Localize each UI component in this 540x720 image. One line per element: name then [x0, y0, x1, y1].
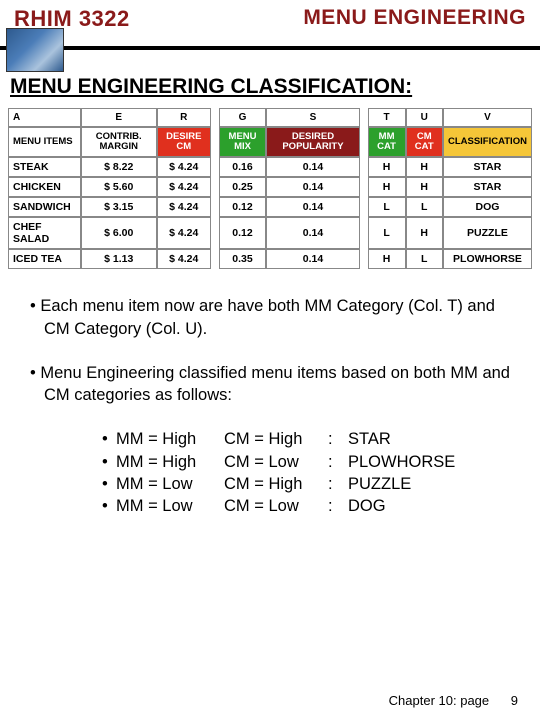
cell-dcm: $ 4.24 — [157, 157, 211, 177]
rule-row: •MM = HighCM = Low:PLOWHORSE — [102, 451, 518, 473]
col-letter: R — [157, 108, 211, 127]
rule-class: PLOWHORSE — [348, 451, 518, 473]
col-letter: T — [368, 108, 406, 127]
cell-dcm: $ 4.24 — [157, 217, 211, 249]
cell-pop: 0.14 — [266, 197, 359, 217]
col-header: CLASSIFICATION — [443, 127, 532, 157]
rule-mm: MM = High — [116, 428, 224, 450]
cell-mix: 0.25 — [219, 177, 267, 197]
cell-cmcat: H — [406, 177, 443, 197]
col-letter: V — [443, 108, 532, 127]
rule-class: PUZZLE — [348, 473, 518, 495]
bullet-text: Each menu item now are have both MM Cate… — [40, 297, 495, 337]
section-title: MENU ENGINEERING CLASSIFICATION: — [10, 74, 540, 100]
cell-item: ICED TEA — [8, 249, 81, 269]
cell-cmcat: H — [406, 217, 443, 249]
rule-row: •MM = HighCM = High:STAR — [102, 428, 518, 450]
rule-mm: MM = Low — [116, 495, 224, 517]
rule-sep: : — [328, 428, 348, 450]
rule-mm: MM = High — [116, 451, 224, 473]
cell-class: PUZZLE — [443, 217, 532, 249]
rules-list: •MM = HighCM = High:STAR•MM = HighCM = L… — [102, 428, 518, 517]
rule-cm: CM = Low — [224, 451, 328, 473]
cell-item: STEAK — [8, 157, 81, 177]
cell-class: STAR — [443, 157, 532, 177]
col-header: CONTRIB. MARGIN — [81, 127, 157, 157]
rule-mm: MM = Low — [116, 473, 224, 495]
rule-class: STAR — [348, 428, 518, 450]
col-header: MM CAT — [368, 127, 406, 157]
cell-cm: $ 5.60 — [81, 177, 157, 197]
cell-mix: 0.16 — [219, 157, 267, 177]
cell-mmcat: L — [368, 197, 406, 217]
cell-cm: $ 3.15 — [81, 197, 157, 217]
cell-cm: $ 8.22 — [81, 157, 157, 177]
col-header: DESIRED POPULARITY — [266, 127, 359, 157]
cell-item: CHICKEN — [8, 177, 81, 197]
cell-pop: 0.14 — [266, 249, 359, 269]
col-header: DESIRE CM — [157, 127, 211, 157]
col-letter: U — [406, 108, 443, 127]
classification-table: A E R G S T U V MENU ITEMS CONTRIB. MARG… — [8, 108, 532, 269]
bullet-icon: • — [102, 473, 116, 495]
bullet-item: • Menu Engineering classified menu items… — [30, 362, 518, 407]
col-letter: A — [8, 108, 81, 127]
col-letter: E — [81, 108, 157, 127]
cell-mix: 0.12 — [219, 217, 267, 249]
rule-sep: : — [328, 473, 348, 495]
body-text: • Each menu item now are have both MM Ca… — [30, 295, 518, 517]
slide-header: RHIM 3322 MENU ENGINEERING — [0, 0, 540, 50]
cell-cmcat: H — [406, 157, 443, 177]
rule-cm: CM = High — [224, 473, 328, 495]
cell-cmcat: L — [406, 249, 443, 269]
cell-mmcat: H — [368, 177, 406, 197]
cell-cm: $ 1.13 — [81, 249, 157, 269]
col-letter: S — [266, 108, 359, 127]
cell-class: STAR — [443, 177, 532, 197]
col-header: MENU ITEMS — [8, 127, 81, 157]
rule-sep: : — [328, 495, 348, 517]
bullet-icon: • — [102, 451, 116, 473]
rule-sep: : — [328, 451, 348, 473]
cell-cmcat: L — [406, 197, 443, 217]
bullet-icon: • — [102, 495, 116, 517]
footer-label: Chapter 10: page — [389, 693, 489, 708]
cell-pop: 0.14 — [266, 157, 359, 177]
table-row: STEAK$ 8.22$ 4.240.160.14HHSTAR — [8, 157, 532, 177]
page-footer: Chapter 10: page 9 — [389, 693, 518, 708]
cell-cm: $ 6.00 — [81, 217, 157, 249]
rule-row: •MM = LowCM = Low:DOG — [102, 495, 518, 517]
page-number: 9 — [511, 693, 518, 708]
rule-cm: CM = High — [224, 428, 328, 450]
cell-class: DOG — [443, 197, 532, 217]
cell-item: CHEF SALAD — [8, 217, 81, 249]
cell-item: SANDWICH — [8, 197, 81, 217]
decorative-thumbnail — [6, 28, 64, 72]
cell-dcm: $ 4.24 — [157, 177, 211, 197]
cell-mmcat: L — [368, 217, 406, 249]
cell-dcm: $ 4.24 — [157, 197, 211, 217]
cell-mix: 0.12 — [219, 197, 267, 217]
cell-mmcat: H — [368, 157, 406, 177]
table-row: SANDWICH$ 3.15$ 4.240.120.14LLDOG — [8, 197, 532, 217]
rule-row: •MM = LowCM = High:PUZZLE — [102, 473, 518, 495]
bullet-item: • Each menu item now are have both MM Ca… — [30, 295, 518, 340]
table-row: CHEF SALAD$ 6.00$ 4.240.120.14 LHPUZZLE — [8, 217, 532, 249]
col-letter: G — [219, 108, 267, 127]
col-header: CM CAT — [406, 127, 443, 157]
rule-cm: CM = Low — [224, 495, 328, 517]
col-header: MENU MIX — [219, 127, 267, 157]
cell-mmcat: H — [368, 249, 406, 269]
cell-dcm: $ 4.24 — [157, 249, 211, 269]
table-row: CHICKEN$ 5.60$ 4.240.250.14HHSTAR — [8, 177, 532, 197]
bullet-icon: • — [102, 428, 116, 450]
cell-class: PLOWHORSE — [443, 249, 532, 269]
bullet-text: Menu Engineering classified menu items b… — [40, 364, 510, 404]
topic-title: MENU ENGINEERING — [263, 6, 526, 30]
cell-pop: 0.14 — [266, 177, 359, 197]
cell-mix: 0.35 — [219, 249, 267, 269]
table-row: ICED TEA$ 1.13$ 4.24 0.350.14 HLPLOWHORSE — [8, 249, 532, 269]
rule-class: DOG — [348, 495, 518, 517]
cell-pop: 0.14 — [266, 217, 359, 249]
